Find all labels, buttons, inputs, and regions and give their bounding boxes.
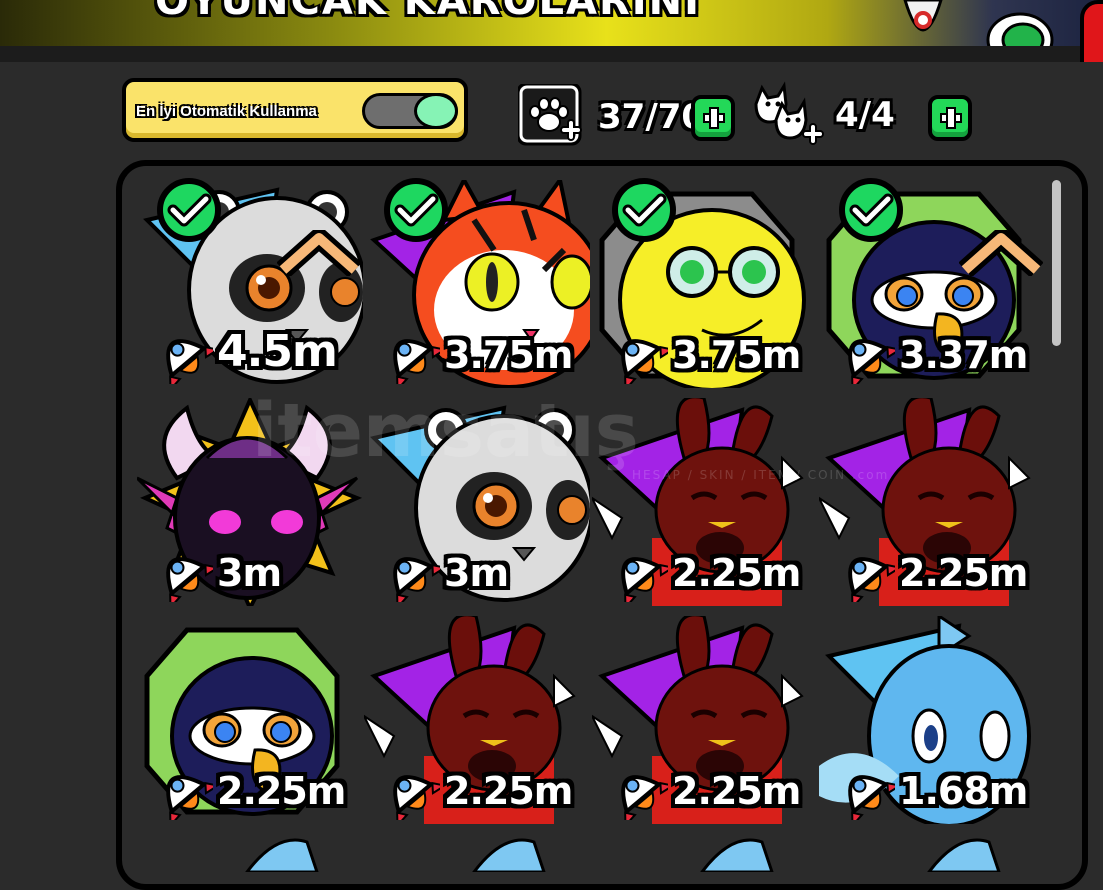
pet-card-partial[interactable] (237, 832, 357, 872)
pet-power-value: 3m (444, 551, 509, 595)
pet-card-partial[interactable] (464, 832, 584, 872)
pet-card[interactable]: 2.25m (364, 616, 590, 824)
pet-card-partial[interactable] (692, 832, 812, 872)
toggle-label: En İyi Otomatik Kullanma (136, 103, 317, 120)
rocket-power-icon (621, 557, 668, 602)
pet-card[interactable]: 1.68m (819, 616, 1045, 824)
rocket-power-icon (848, 557, 895, 602)
rocket-power-icon (848, 339, 895, 384)
upgrade-arrow-icon (959, 230, 1043, 276)
pet-power-value: 3.75m (672, 333, 801, 377)
pet-card[interactable]: 3.75m (592, 178, 818, 388)
rocket-power-icon (848, 775, 895, 820)
top-banner: OYUNCAK KAROLARINI (0, 0, 1103, 62)
toggle-knob (414, 93, 458, 129)
pet-power-value: 4.5m (217, 326, 338, 377)
pet-power-value: 3m (217, 551, 282, 595)
pet-power-value: 3.37m (899, 333, 1028, 377)
equipped-check-icon (157, 178, 221, 242)
eye-icon (986, 12, 1054, 46)
rocket-power-icon (621, 775, 668, 820)
rocket-icon (903, 0, 943, 32)
pet-card[interactable]: 2.25m (819, 398, 1045, 606)
pet-card-partial[interactable] (919, 832, 1039, 872)
pet-card[interactable]: 3.37m (819, 178, 1045, 388)
pet-card[interactable]: 2.25m (592, 616, 818, 824)
pet-card[interactable]: 3m (364, 398, 590, 606)
rocket-power-icon (621, 339, 668, 384)
upgrade-arrow-icon (277, 230, 361, 276)
pet-power-value: 2.25m (672, 551, 801, 595)
rocket-power-icon (166, 775, 213, 820)
rocket-power-icon (393, 557, 440, 602)
equipped-count: 4/4 (835, 95, 895, 135)
pet-power-value: 2.25m (899, 551, 1028, 595)
add-equip-slot-button[interactable] (928, 95, 972, 141)
scrollbar[interactable] (1052, 180, 1061, 346)
pet-power-value: 2.25m (672, 769, 801, 813)
pet-card[interactable]: 4.5m (137, 178, 363, 388)
equipped-check-icon (384, 178, 448, 242)
pet-power-value: 2.25m (444, 769, 573, 813)
close-tab[interactable] (1080, 0, 1103, 62)
rocket-power-icon (393, 339, 440, 384)
pet-card[interactable]: 2.25m (592, 398, 818, 606)
equipped-check-icon (612, 178, 676, 242)
pet-power-value: 3.75m (444, 333, 573, 377)
rocket-power-icon (166, 557, 213, 602)
paw-storage-icon (518, 84, 582, 146)
banner-title: OYUNCAK KAROLARINI (155, 0, 701, 24)
rocket-power-icon (393, 775, 440, 820)
add-storage-button[interactable] (691, 95, 735, 141)
toggle-switch[interactable] (362, 93, 458, 129)
auto-best-toggle[interactable]: En İyi Otomatik Kullanma (122, 78, 468, 142)
equipped-pets-icon (754, 81, 824, 145)
rocket-power-icon (166, 339, 213, 384)
pet-power-value: 2.25m (217, 769, 346, 813)
pets-count: 37/70 (598, 97, 706, 137)
pet-card[interactable]: 3.75m (364, 178, 590, 388)
pet-power-value: 1.68m (899, 769, 1028, 813)
equipped-check-icon (839, 178, 903, 242)
pet-card[interactable]: 3m (137, 398, 363, 606)
watermark-sub: HESAP / SKIN / ITEM / COIN .com (632, 468, 890, 482)
pet-card[interactable]: 2.25m (137, 616, 363, 824)
